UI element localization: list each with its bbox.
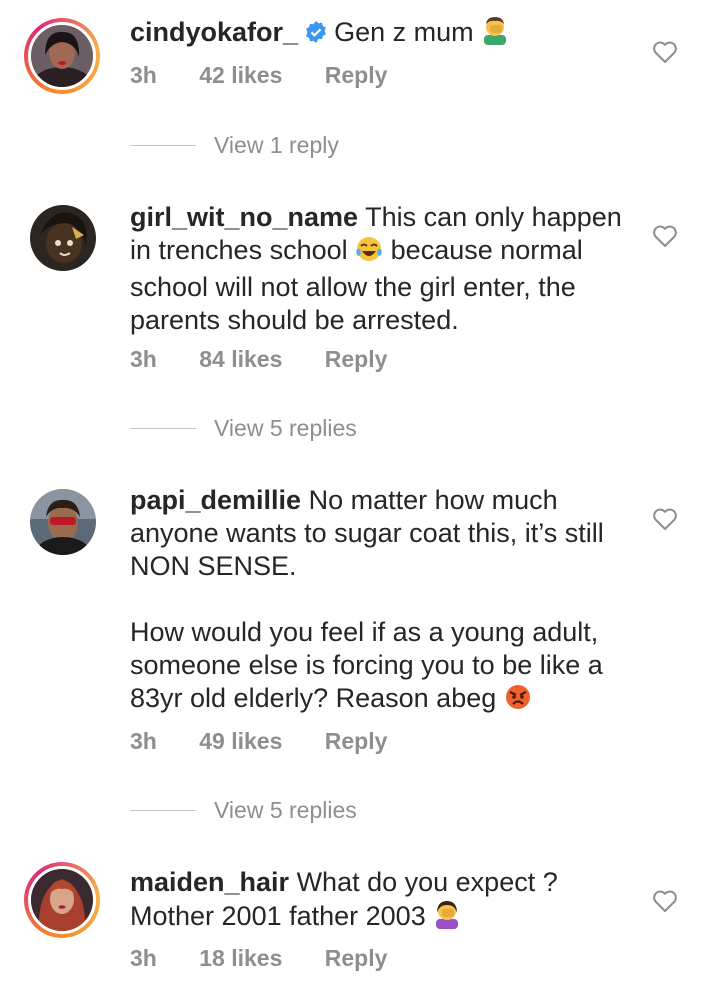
- heart-icon[interactable]: [652, 507, 678, 531]
- comment-time: 3h: [130, 346, 157, 372]
- avatar[interactable]: [24, 199, 100, 275]
- angry-face-emoji: [504, 683, 532, 719]
- divider: [130, 144, 196, 146]
- view-replies-label: View 5 replies: [214, 414, 357, 441]
- view-replies-button[interactable]: View 5 replies: [130, 413, 357, 443]
- view-replies-label: View 5 replies: [214, 796, 357, 823]
- comment-body: papi_demillie No matter how much anyone …: [130, 484, 630, 719]
- avatar[interactable]: [24, 862, 100, 938]
- view-replies-label: View 1 reply: [214, 131, 339, 158]
- avatar-image: [30, 489, 96, 555]
- comment-username[interactable]: papi_demillie: [130, 485, 301, 515]
- comment-likes[interactable]: 49 likes: [199, 728, 282, 754]
- divider: [130, 427, 196, 429]
- divider: [130, 809, 196, 811]
- comment-time: 3h: [130, 62, 157, 88]
- tears-of-joy-emoji: [355, 235, 383, 271]
- man-facepalming-emoji: [481, 15, 509, 53]
- woman-facepalming-emoji: [433, 899, 461, 937]
- avatar[interactable]: [24, 483, 100, 559]
- comment-body: cindyokafor_ Gen z mum: [130, 15, 630, 53]
- comment-username[interactable]: maiden_hair: [130, 867, 289, 897]
- avatar-image: [28, 866, 96, 934]
- heart-icon[interactable]: [652, 40, 678, 64]
- heart-icon[interactable]: [652, 889, 678, 913]
- view-replies-button[interactable]: View 1 reply: [130, 130, 339, 160]
- avatar[interactable]: [24, 18, 100, 94]
- comment-likes[interactable]: 84 likes: [199, 346, 282, 372]
- comment-username[interactable]: girl_wit_no_name: [130, 202, 358, 232]
- comment-likes[interactable]: 18 likes: [199, 945, 282, 971]
- comment-time: 3h: [130, 728, 157, 754]
- reply-button[interactable]: Reply: [325, 62, 388, 88]
- comment-body: girl_wit_no_name This can only happen in…: [130, 201, 630, 337]
- comment-text: Gen z mum: [334, 17, 474, 47]
- reply-button[interactable]: Reply: [325, 346, 388, 372]
- avatar-image: [28, 22, 96, 90]
- comment-text: How would you feel if as a young adult, …: [130, 617, 603, 713]
- reply-button[interactable]: Reply: [325, 728, 388, 754]
- comment-time: 3h: [130, 945, 157, 971]
- comment-username[interactable]: cindyokafor_: [130, 17, 298, 47]
- view-replies-button[interactable]: View 5 replies: [130, 795, 357, 825]
- comment-body: maiden_hair What do you expect ? Mother …: [130, 866, 630, 937]
- avatar-image: [30, 205, 96, 271]
- verified-badge-icon: [304, 19, 328, 52]
- comment-likes[interactable]: 42 likes: [199, 62, 282, 88]
- heart-icon[interactable]: [652, 224, 678, 248]
- reply-button[interactable]: Reply: [325, 945, 388, 971]
